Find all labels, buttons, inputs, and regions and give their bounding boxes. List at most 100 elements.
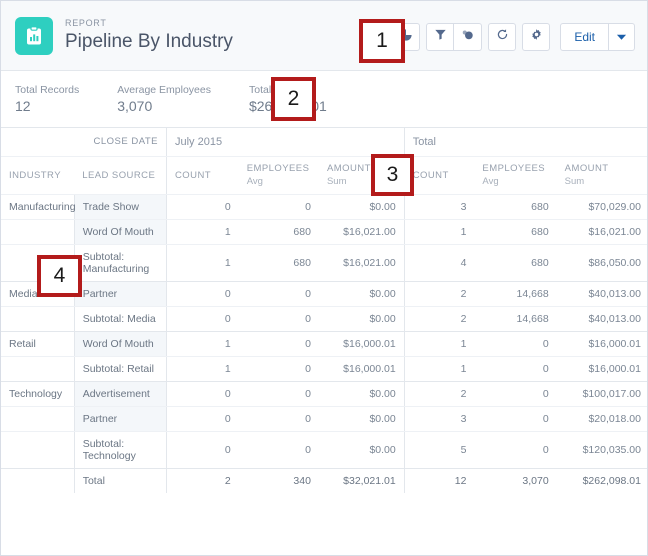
cell-amount-sum: $0.00 (318, 431, 405, 469)
cell-employees-avg: 0 (238, 431, 319, 469)
edit-button[interactable]: Edit (560, 23, 609, 51)
report-clipboard-icon (15, 16, 53, 55)
cell-employees-total: 0 (474, 330, 557, 357)
stat-label: Total Records (15, 84, 80, 96)
cell-count-total: 1 (403, 219, 475, 245)
cell-employees-total: 680 (474, 244, 557, 282)
col-employees-total-label: EMPLOYEES (482, 163, 546, 174)
cell-employees-avg: 0 (238, 406, 319, 432)
col-employees[interactable]: EMPLOYEES Avg (238, 156, 319, 195)
cell-employees-total: 0 (474, 406, 557, 432)
cell-industry: Technology (1, 380, 75, 407)
cell-count: 1 (165, 219, 239, 245)
table-row: Total 2 340 $32,021.01 12 3,070 $262,098.01 (1, 467, 647, 493)
cell-lead-source: Word Of Mouth (73, 330, 167, 357)
cell-amount-sum: $16,021.00 (318, 244, 405, 282)
col-amount-total[interactable]: AMOUNT Sum (556, 156, 647, 195)
cell-lead-source: Subtotal: Retail (73, 356, 167, 382)
cell-employees-avg: 0 (238, 380, 319, 407)
cell-count: 1 (165, 330, 239, 357)
cell-industry (1, 467, 75, 493)
cell-count-total: 2 (403, 380, 475, 407)
cell-count-total: 3 (403, 193, 475, 220)
cell-count-total: 5 (403, 431, 475, 469)
col-industry[interactable]: INDUSTRY (1, 156, 75, 195)
report-table: CLOSE DATE July 2015 Total INDUSTRY LEAD… (1, 128, 647, 493)
cell-count-total: 12 (403, 467, 475, 493)
group-header-row: CLOSE DATE July 2015 Total (1, 128, 647, 157)
cell-employees-total: 680 (474, 219, 557, 245)
edit-dropdown-button[interactable] (609, 23, 635, 51)
report-toolbar: Edit (392, 23, 635, 51)
cell-count-total: 2 (403, 306, 475, 332)
table-row: Retail Word Of Mouth 1 0 $16,000.01 1 0 $16,000… (1, 330, 647, 357)
cell-count: 0 (165, 380, 239, 407)
cell-industry (1, 431, 75, 469)
annotation-badge-4: 4 (37, 255, 82, 297)
cell-employees-total: 0 (474, 431, 557, 469)
cell-count: 1 (165, 356, 239, 382)
col-count-total[interactable]: COUNT (403, 156, 475, 195)
cell-amount-total: $16,000.01 (556, 330, 647, 357)
gear-icon (530, 28, 543, 46)
cell-employees-total: 14,668 (474, 306, 557, 332)
cell-amount-sum: $0.00 (318, 380, 405, 407)
conditional-formatting-button[interactable] (454, 23, 483, 51)
stat-total-records: Total Records 12 (15, 83, 79, 115)
col-employees-label: EMPLOYEES (246, 163, 310, 174)
cell-employees-avg: 0 (238, 193, 319, 220)
cell-industry (1, 306, 75, 332)
cell-amount-total: $40,013.00 (556, 306, 647, 332)
cell-lead-source: Subtotal: Media (73, 306, 167, 332)
cell-count: 0 (165, 280, 239, 307)
col-lead-source[interactable]: LEAD SOURCE (74, 156, 167, 195)
page-title: Pipeline By Industry (65, 31, 233, 52)
annotation-badge-2: 2 (271, 77, 316, 121)
cell-employees-avg: 680 (238, 244, 319, 282)
cell-amount-total: $120,035.00 (556, 431, 647, 469)
refresh-button[interactable] (488, 23, 517, 51)
col-employees-agg: Avg (246, 176, 263, 187)
cell-amount-total: $262,098.01 (556, 467, 647, 493)
cell-amount-total: $100,017.00 (556, 380, 647, 407)
cell-employees-total: 14,668 (474, 280, 557, 307)
cell-employees-avg: 0 (238, 306, 319, 332)
title-block: REPORT Pipeline By Industry (65, 18, 233, 53)
table-row: Partner 0 0 $0.00 3 0 $20,018.00 (1, 406, 647, 432)
cell-amount-sum: $0.00 (318, 406, 405, 432)
table-row: Subtotal: Manufacturing 1 680 $16,021.00 4 68… (1, 244, 647, 282)
cell-count-total: 3 (403, 406, 475, 432)
total-group-label: Total (403, 128, 647, 157)
funnel-filter-icon (434, 28, 447, 46)
cell-amount-total: $16,021.00 (556, 219, 647, 245)
funnel-filter-button[interactable] (426, 23, 455, 51)
cell-employees-total: 3,070 (474, 467, 557, 493)
cell-lead-source: Partner (73, 280, 167, 307)
cell-amount-sum: $16,000.01 (318, 330, 405, 357)
col-count[interactable]: COUNT (165, 156, 239, 195)
cell-employees-total: 680 (474, 193, 557, 220)
col-amount-total-label: AMOUNT (564, 163, 609, 174)
empty-cell (1, 128, 75, 157)
cell-count-total: 4 (403, 244, 475, 282)
col-employees-total[interactable]: EMPLOYEES Avg (474, 156, 557, 195)
cell-lead-source: Partner (73, 406, 167, 432)
cell-amount-total: $86,050.00 (556, 244, 647, 282)
close-date-label: CLOSE DATE (74, 128, 167, 157)
cell-count-total: 1 (403, 356, 475, 382)
chevron-down-icon (616, 28, 627, 46)
cell-lead-source: Trade Show (73, 193, 167, 220)
report-eyebrow: REPORT (65, 18, 107, 28)
annotation-badge-1: 1 (359, 19, 405, 63)
cell-lead-source: Advertisement (73, 380, 167, 407)
stat-average-employees: Average Employees 3,070 (117, 83, 211, 115)
cell-employees-avg: 0 (238, 356, 319, 382)
col-amount-total-agg: Sum (564, 176, 585, 187)
cell-amount-sum: $0.00 (318, 193, 405, 220)
cell-lead-source: Subtotal: Manufacturing (73, 244, 167, 282)
cell-count: 1 (165, 244, 239, 282)
table-row: Subtotal: Technology 0 0 $0.00 5 0 $120,035.00 (1, 431, 647, 469)
filter-tool-group (426, 23, 483, 51)
settings-button[interactable] (522, 23, 551, 51)
chart-bubble-icon (461, 28, 475, 47)
